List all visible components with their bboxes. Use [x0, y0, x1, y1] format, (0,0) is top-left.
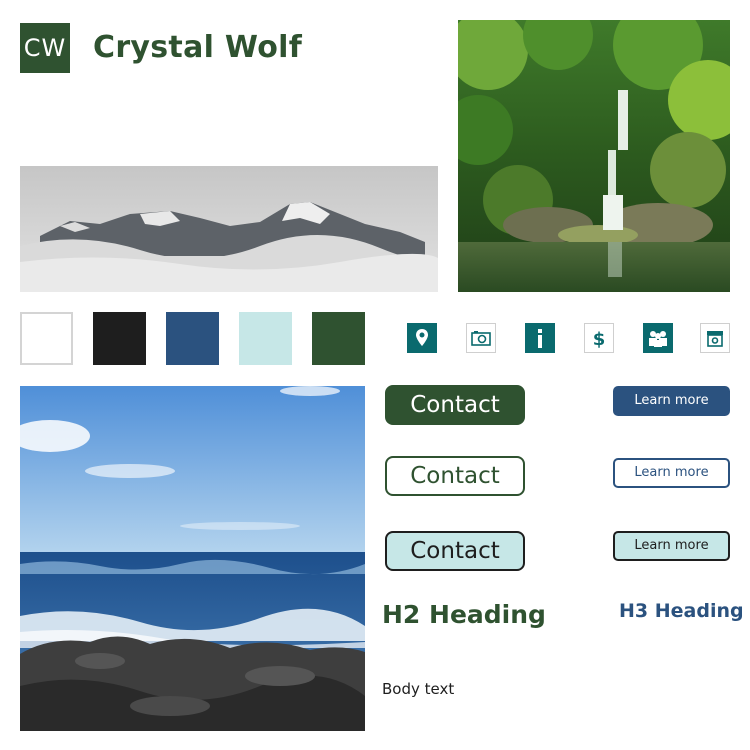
- group-icon: [643, 323, 673, 353]
- mountains-photo: [20, 166, 438, 292]
- color-swatch-black: [93, 312, 146, 365]
- camera-icon: [466, 323, 496, 353]
- location-pin-icon: [407, 323, 437, 353]
- h2-heading-sample: H2 Heading: [382, 600, 546, 629]
- color-swatch-blue: [166, 312, 219, 365]
- dollar-icon: $: [584, 323, 614, 353]
- contact-button-outline[interactable]: Contact: [385, 456, 525, 496]
- learn-more-button-light[interactable]: Learn more: [613, 531, 730, 561]
- waterfall-photo: [458, 20, 730, 292]
- info-icon: [525, 323, 555, 353]
- svg-text:$: $: [593, 329, 606, 350]
- color-swatch-green: [312, 312, 365, 365]
- contact-button-light[interactable]: Contact: [385, 531, 525, 571]
- h3-heading-sample: H3 Heading: [619, 600, 744, 622]
- register-icon: [700, 323, 730, 353]
- learn-more-button-outline[interactable]: Learn more: [613, 458, 730, 488]
- contact-button-primary[interactable]: Contact: [385, 385, 525, 425]
- color-swatch-white: [20, 312, 73, 365]
- body-text-sample: Body text: [382, 680, 455, 698]
- color-swatch-light-teal: [239, 312, 292, 365]
- brand-name: Crystal Wolf: [93, 30, 303, 65]
- logo-mark: CW: [20, 23, 70, 73]
- ocean-photo: [20, 386, 365, 731]
- learn-more-button-primary[interactable]: Learn more: [613, 386, 730, 416]
